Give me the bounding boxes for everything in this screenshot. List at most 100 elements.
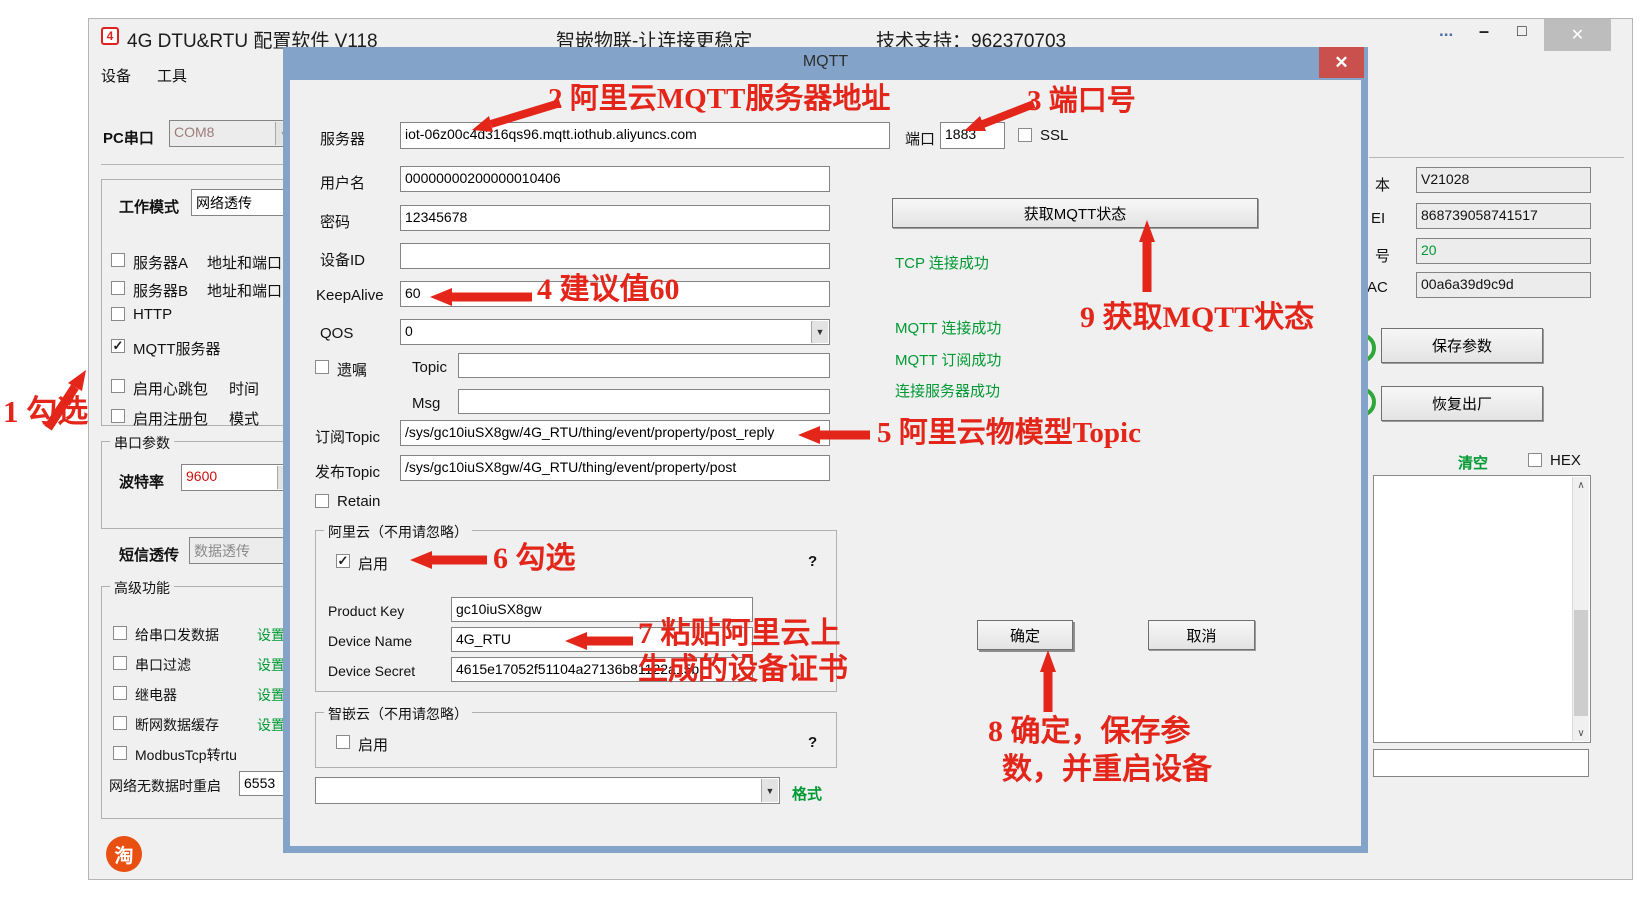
aliyun-enable-checkbox[interactable]: ✓ [336,554,350,568]
app-logo-icon: 4 [101,27,119,45]
send-input[interactable] [1373,749,1589,777]
product-key-value: gc10iuSX8gw [456,601,542,617]
sub-topic-input[interactable]: /sys/gc10iuSX8gw/4G_RTU/thing/event/prop… [400,420,830,446]
screen: 4 4G DTU&RTU 配置软件 V118 智嵌物联-让连接更稳定 技术支持：… [0,0,1642,897]
will-topic-input[interactable] [458,353,830,378]
username-input[interactable]: 00000000200000010406 [400,166,830,192]
scroll-up-icon[interactable]: ∧ [1573,477,1589,493]
dialog-title: MQTT [802,53,849,70]
mqtt-server-checkbox[interactable]: ✓ [111,339,125,353]
serial-filter-settings-link[interactable]: 设置 [257,655,285,675]
will-msg-input[interactable] [458,389,830,414]
register-checkbox[interactable] [111,409,125,423]
pc-serial-combo[interactable]: COM8 ▼ [169,120,294,147]
retain-label: Retain [337,493,381,510]
send-serial-settings-link[interactable]: 设置 [257,625,285,645]
keepalive-label: KeepAlive [316,287,384,304]
device-name-label: Device Name [328,633,413,649]
baud-combo[interactable]: 9600 ▼ [181,464,296,491]
sub-topic-label: 订阅Topic [315,429,381,446]
password-label: 密码 [320,214,351,231]
offline-cache-settings-link[interactable]: 设置 [257,715,285,735]
aliyun-help-icon[interactable]: ? [808,553,817,570]
scroll-down-icon[interactable]: ∨ [1573,725,1589,741]
http-checkbox[interactable] [111,307,125,321]
mac-label: AC [1367,279,1388,296]
save-params-button[interactable]: 保存参数 [1381,328,1543,363]
offline-cache-checkbox[interactable] [113,716,127,730]
get-mqtt-status-button[interactable]: 获取MQTT状态 [892,198,1258,228]
heartbeat-label: 启用心跳包 [133,381,209,398]
format-label: 格式 [792,786,823,803]
hex-checkbox[interactable] [1528,453,1542,467]
imei-value: 868739058741517 [1421,207,1538,223]
username-label: 用户名 [320,175,366,192]
annotation-8-line1: 8 确定，保存参 [988,715,1191,748]
annotation-2: 2 阿里云MQTT服务器地址 [548,83,891,115]
imei-field: 868739058741517 [1416,203,1591,229]
clear-log-link[interactable]: 清空 [1458,452,1488,473]
annotation-7-line1: 7 粘贴阿里云上 [638,617,841,650]
device-id-input[interactable] [400,243,830,269]
ssl-label: SSL [1040,127,1069,144]
restart-value: 6553 [244,775,276,791]
restart-label: 网络无数据时重启 [109,778,221,794]
format-combo[interactable]: ▼ [315,777,780,804]
will-checkbox[interactable] [315,360,329,374]
modbus-checkbox[interactable] [113,746,127,760]
dialog-close-button[interactable]: ✕ [1319,47,1364,78]
close-button[interactable]: ✕ [1544,19,1611,51]
username-value: 00000000200000010406 [405,170,561,186]
cancel-button[interactable]: 取消 [1148,620,1255,650]
offline-cache-label: 断网数据缓存 [135,717,219,733]
aliyun-group-title: 阿里云（不用请忽略） [324,522,472,542]
dialog-titlebar[interactable]: MQTT ✕ [283,47,1368,80]
log-scrollbar[interactable]: ∧ ∨ [1572,477,1589,741]
status-tcp: TCP 连接成功 [895,255,989,272]
signal-value: 20 [1421,242,1437,258]
taobao-icon[interactable]: 淘 [106,836,142,872]
work-mode-value: 网络透传 [196,195,252,211]
annotation-4: 4 建议值60 [537,273,680,306]
heartbeat-checkbox[interactable] [111,379,125,393]
will-label: 遗嘱 [337,362,368,379]
server-a-checkbox[interactable] [111,253,125,267]
server-input[interactable]: iot-06z00c4d316qs96.mqtt.iothub.aliyuncs… [400,122,890,149]
device-secret-label: Device Secret [328,663,416,679]
chevron-down-icon[interactable]: ▼ [811,321,828,343]
will-msg-label: Msg [412,395,441,412]
relay-checkbox[interactable] [113,686,127,700]
pub-topic-input[interactable]: /sys/gc10iuSX8gw/4G_RTU/thing/event/prop… [400,455,830,481]
http-label: HTTP [133,306,173,323]
sub-topic-value: /sys/gc10iuSX8gw/4G_RTU/thing/event/prop… [405,424,775,440]
port-input[interactable]: 1883 [940,122,1005,149]
annotation-1: 1 勾选 [3,394,89,429]
zhiqian-enable-checkbox[interactable] [336,735,350,749]
zhiqian-help-icon[interactable]: ? [808,734,817,751]
ok-button[interactable]: 确定 [977,620,1073,650]
chevron-down-icon[interactable]: ▼ [761,779,778,802]
minimize-button[interactable]: – [1479,21,1489,42]
send-serial-checkbox[interactable] [113,626,127,640]
maximize-button[interactable]: □ [1517,23,1527,41]
qos-label: QOS [320,325,354,342]
factory-reset-button[interactable]: 恢复出厂 [1381,386,1543,421]
menu-device[interactable]: 设备 [101,65,131,86]
serial-filter-checkbox[interactable] [113,656,127,670]
ssl-checkbox[interactable] [1018,128,1032,142]
zhiqian-enable-label: 启用 [358,737,389,754]
qos-combo[interactable]: 0 ▼ [400,319,830,345]
right-panel-divider [1369,157,1624,158]
password-input[interactable]: 12345678 [400,205,830,231]
status-mqtt-subscribe: MQTT 订阅成功 [895,352,1002,369]
retain-checkbox[interactable] [315,494,329,508]
server-a-label: 服务器A [133,255,189,272]
log-area[interactable]: ∧ ∨ [1373,475,1591,743]
server-b-checkbox[interactable] [111,281,125,295]
scrollbar-thumb[interactable] [1574,610,1588,716]
serial-filter-label: 串口过滤 [135,657,191,673]
signal-field: 20 [1416,238,1591,264]
more-button[interactable]: ... [1439,21,1453,41]
menu-tools[interactable]: 工具 [157,65,187,86]
annotation-3: 3 端口号 [1027,85,1136,117]
